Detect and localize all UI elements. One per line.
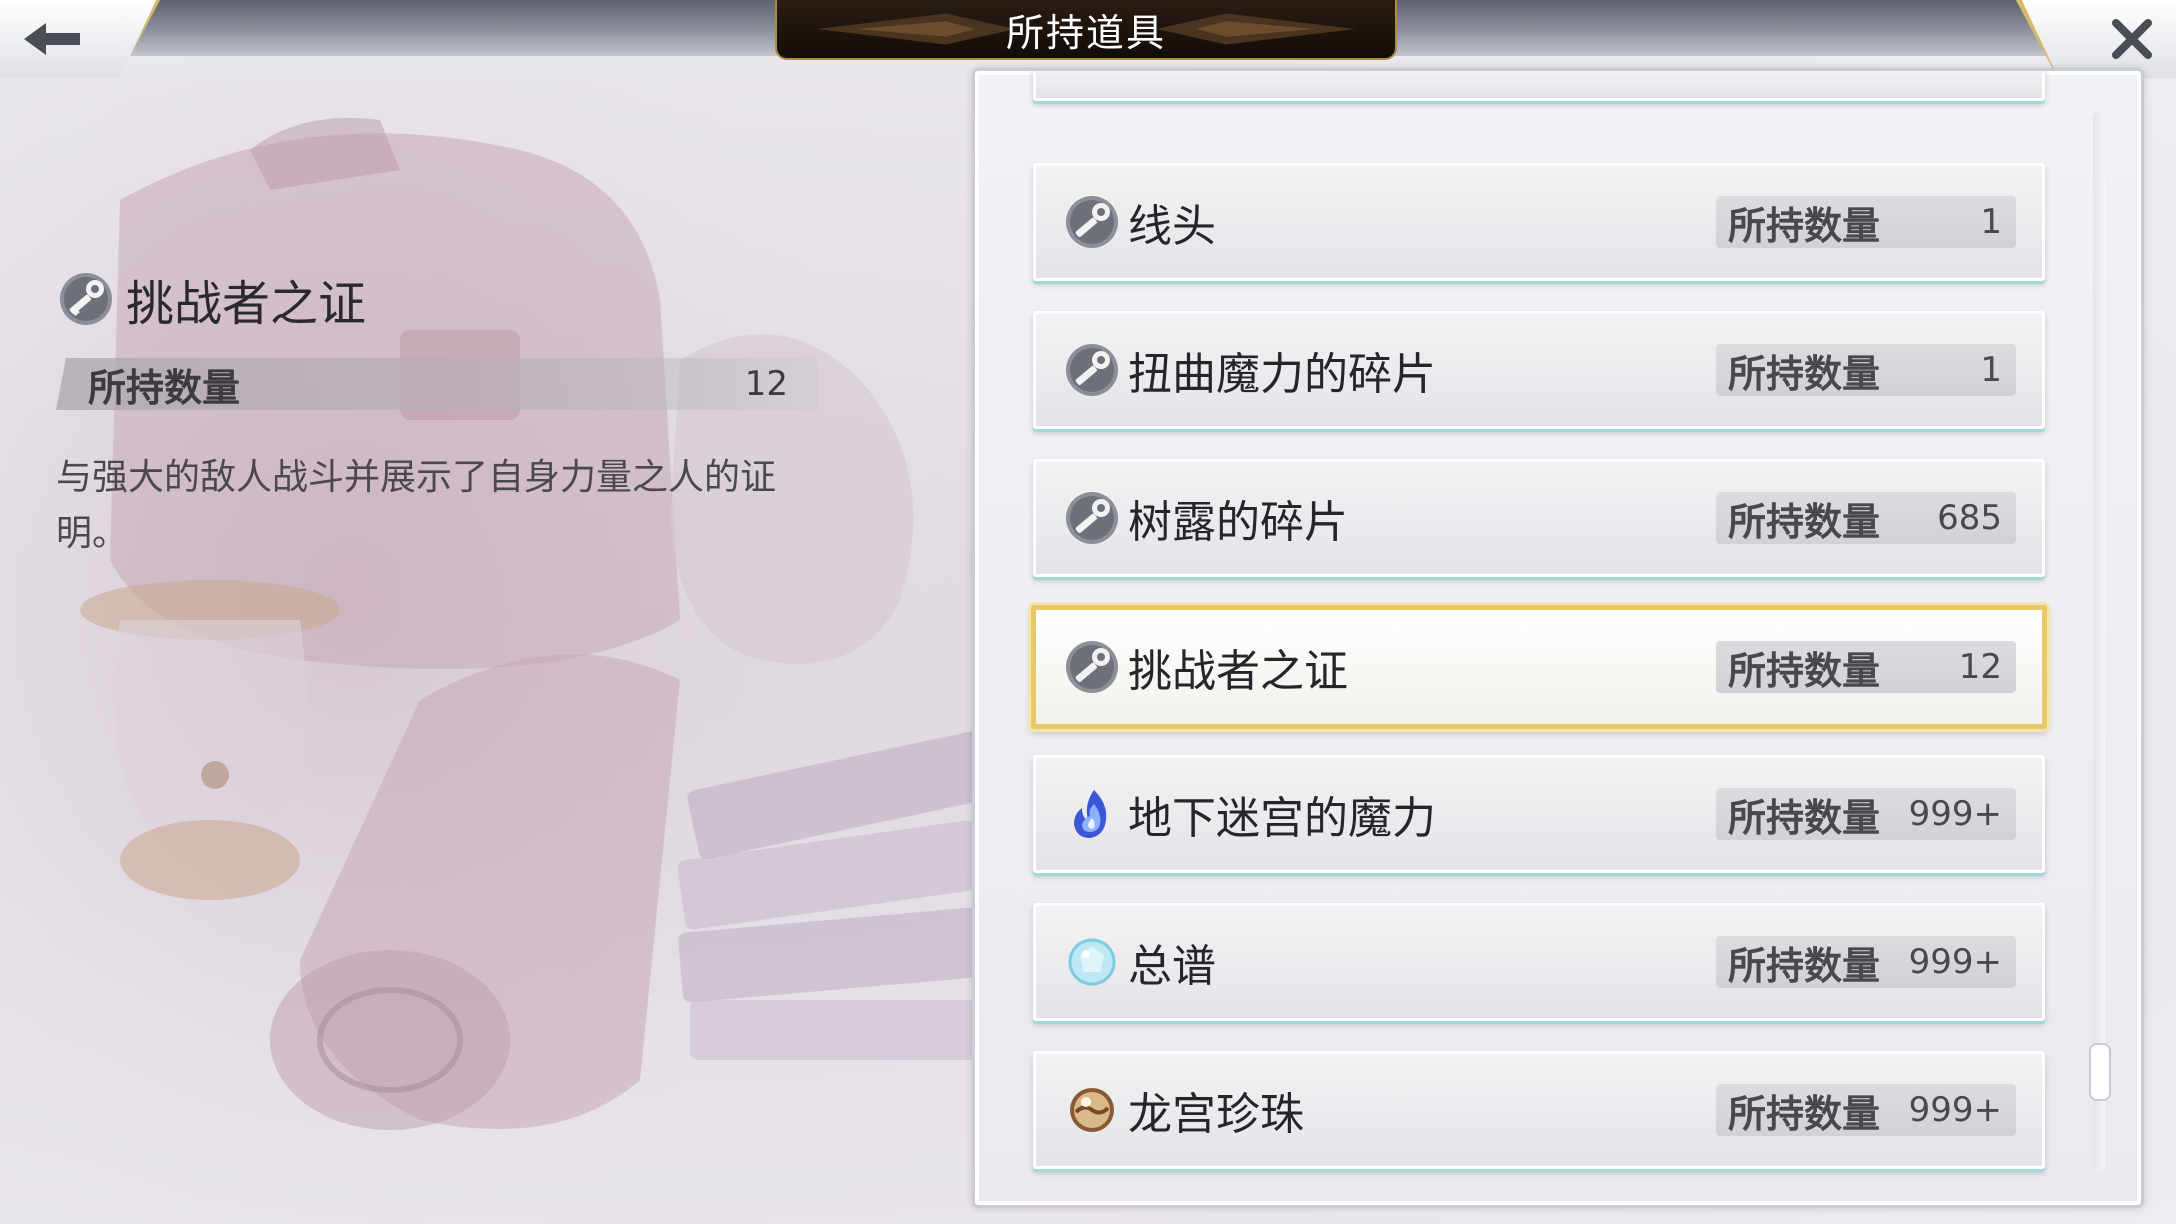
- close-icon: [2112, 19, 2152, 59]
- item-quantity-box: 所持数量 1: [1716, 344, 2016, 396]
- item-quantity-box: 所持数量 685: [1716, 492, 2016, 544]
- pearl-icon: [1070, 1088, 1114, 1132]
- scrollbar-thumb[interactable]: [2089, 1043, 2111, 1101]
- item-quantity-label: 所持数量: [1728, 943, 1881, 988]
- list-item[interactable]: 龙宫珍珠 所持数量 999+: [1033, 1051, 2045, 1169]
- item-quantity-value: 1: [1980, 202, 2002, 242]
- item-quantity-value: 999+: [1908, 942, 2002, 982]
- item-quantity-value: 685: [1937, 498, 2002, 538]
- item-quantity-box: 所持数量 999+: [1716, 1084, 2016, 1136]
- list-item[interactable]: 树露的碎片 所持数量 685: [1033, 459, 2045, 577]
- detail-quantity-value: 12: [744, 364, 788, 404]
- item-name: 地下迷宫的魔力: [1128, 793, 1436, 844]
- key-icon: [1066, 492, 1118, 544]
- detail-item-name: 挑战者之证: [126, 276, 367, 332]
- item-name: 扭曲魔力的碎片: [1128, 349, 1436, 400]
- item-name: 挑战者之证: [1128, 646, 1348, 697]
- detail-quantity-label: 所持数量: [88, 365, 241, 410]
- detail-quantity-bar: 所持数量 12: [56, 358, 818, 410]
- scrollbar-track[interactable]: [2093, 111, 2105, 1171]
- item-quantity-box: 所持数量 12: [1716, 641, 2016, 693]
- key-icon: [1066, 196, 1118, 248]
- item-quantity-label: 所持数量: [1728, 203, 1881, 248]
- item-quantity-value: 999+: [1908, 794, 2002, 834]
- item-quantity-box: 所持数量 1: [1716, 196, 2016, 248]
- item-name: 树露的碎片: [1128, 497, 1348, 548]
- list-item-selected[interactable]: 挑战者之证 所持数量 12: [1031, 605, 2047, 729]
- title-banner: 所持道具: [775, 0, 1397, 60]
- key-icon: [1066, 641, 1118, 693]
- arrow-left-icon: [24, 23, 80, 55]
- item-name: 龙宫珍珠: [1128, 1089, 1304, 1140]
- item-quantity-box: 所持数量 999+: [1716, 936, 2016, 988]
- item-quantity-value: 1: [1980, 350, 2002, 390]
- item-quantity-label: 所持数量: [1728, 795, 1881, 840]
- detail-description: 与强大的敌人战斗并展示了自身力量之人的证明。: [56, 457, 777, 554]
- item-quantity-box: 所持数量 999+: [1716, 788, 2016, 840]
- list-item[interactable]: 线头 所持数量 1: [1033, 163, 2045, 281]
- crystal-orb-icon: [1068, 938, 1116, 986]
- item-quantity-label: 所持数量: [1728, 499, 1881, 544]
- item-name: 总谱: [1128, 941, 1216, 992]
- close-button[interactable]: [2016, 0, 2176, 78]
- item-list-panel[interactable]: 线头 所持数量 1 扭曲魔力的碎片 所持数量 1 树露的碎片 所持数量 685: [972, 68, 2144, 1208]
- detail-header: 挑战者之证: [58, 264, 366, 334]
- item-quantity-label: 所持数量: [1728, 1091, 1881, 1136]
- item-quantity-value: 12: [1958, 647, 2002, 687]
- item-quantity-label: 所持数量: [1728, 648, 1881, 693]
- list-item-partial[interactable]: [1033, 71, 2045, 101]
- blue-flame-icon: [1074, 790, 1107, 838]
- item-quantity-value: 999+: [1908, 1090, 2002, 1130]
- item-quantity-label: 所持数量: [1728, 351, 1881, 396]
- background-illustration: [0, 80, 1000, 1224]
- page-title: 所持道具: [1005, 10, 1166, 55]
- list-item[interactable]: 总谱 所持数量 999+: [1033, 903, 2045, 1021]
- key-icon: [60, 273, 112, 325]
- item-name: 线头: [1128, 201, 1216, 252]
- key-icon: [1066, 344, 1118, 396]
- back-button[interactable]: [0, 0, 160, 78]
- list-item[interactable]: 地下迷宫的魔力 所持数量 999+: [1033, 755, 2045, 873]
- list-item[interactable]: 扭曲魔力的碎片 所持数量 1: [1033, 311, 2045, 429]
